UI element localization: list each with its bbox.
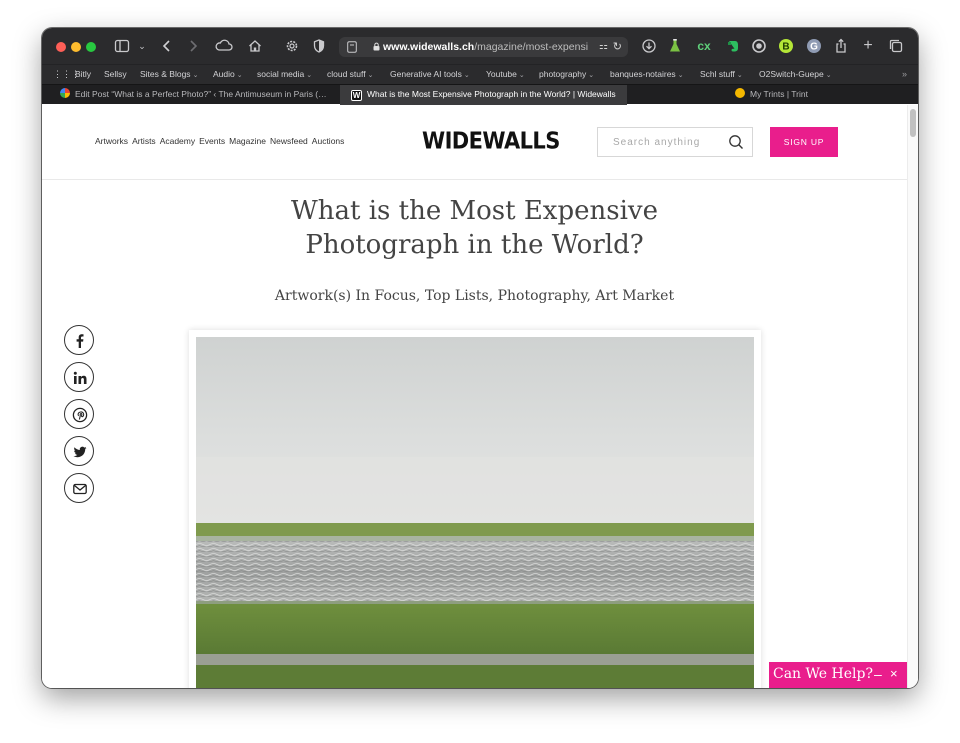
back-icon[interactable] <box>160 38 174 54</box>
zoom-window-button[interactable] <box>86 42 96 52</box>
sidebar-toggle-icon[interactable] <box>114 38 130 54</box>
browser-toolbar: ⌄ www.widewalls.ch/magazine/most-expensi… <box>42 28 918 64</box>
tab-bar: Edit Post “What is a Perfect Photo?” ‹ T… <box>42 84 918 105</box>
bookmark-bitly[interactable]: Bitly <box>75 65 91 84</box>
bookmark-sites-blogs[interactable]: Sites & Blogs ⌄ <box>140 65 198 85</box>
url-path: /magazine/most-expensi <box>474 41 589 53</box>
bookmark-cloud-stuff[interactable]: cloud stuff ⌄ <box>327 65 373 85</box>
close-window-button[interactable] <box>56 42 66 52</box>
b-extension-icon[interactable]: B <box>778 38 794 54</box>
cloud-icon[interactable] <box>214 38 234 54</box>
shield-icon[interactable] <box>312 38 326 54</box>
linkedin-icon <box>73 371 87 384</box>
chevron-down-icon[interactable]: ⌄ <box>137 38 147 54</box>
chevron-down-icon: ⌄ <box>588 72 595 79</box>
email-icon <box>73 483 87 495</box>
forward-icon[interactable] <box>186 38 200 54</box>
sign-up-button[interactable]: SIGN UP <box>770 127 838 157</box>
share-facebook-button[interactable] <box>64 325 94 355</box>
bookmark-social-media[interactable]: social media ⌄ <box>257 65 312 85</box>
widewalls-favicon-icon: W <box>351 90 362 101</box>
grammarly-icon[interactable]: G <box>806 38 822 54</box>
chevron-down-icon: ⌄ <box>192 72 199 79</box>
bookmark-schl-stuff[interactable]: Schl stuff ⌄ <box>700 65 743 85</box>
chevron-down-icon: ⌄ <box>736 72 743 79</box>
share-email-button[interactable] <box>64 473 94 503</box>
site-header: Artworks Artists Academy Events Magazine News… <box>42 105 907 180</box>
page-viewport: Artworks Artists Academy Events Magazine News… <box>42 105 918 688</box>
site-logo[interactable]: WIDEWALLS <box>422 128 560 154</box>
download-icon[interactable] <box>641 38 657 54</box>
new-tab-icon[interactable]: + <box>861 38 875 54</box>
more-bookmarks-icon[interactable]: » <box>902 65 907 84</box>
help-chat-widget[interactable]: Can We Help? – × <box>769 662 907 688</box>
pinterest-icon <box>72 407 88 423</box>
nav-auctions[interactable]: Auctions <box>312 136 345 146</box>
bookmark-photography[interactable]: photography ⌄ <box>539 65 594 85</box>
share-icon[interactable] <box>834 38 848 54</box>
search-icon[interactable] <box>728 134 744 150</box>
record-extension-icon[interactable] <box>751 38 767 54</box>
cx-extension-icon[interactable]: cx <box>694 38 714 54</box>
nav-artworks[interactable]: Artworks <box>95 136 128 146</box>
site-nav: Artworks Artists Academy Events Magazine News… <box>95 136 348 146</box>
featured-image-frame <box>189 330 761 688</box>
page-icon <box>347 41 357 53</box>
bookmarks-bar: ⋮⋮⋮ Bitly Sellsy Sites & Blogs ⌄ Audio ⌄ s… <box>42 64 918 84</box>
tab-widewalls[interactable]: W What is the Most Expensive Photograph i… <box>340 85 627 105</box>
bookmark-o2switch-guepe[interactable]: O2Switch-Guepe ⌄ <box>759 65 832 85</box>
chevron-down-icon: ⌄ <box>677 72 684 79</box>
browser-window: ⌄ www.widewalls.ch/magazine/most-expensi… <box>42 28 918 688</box>
bookmark-banques-notaires[interactable]: banques-notaires ⌄ <box>610 65 684 85</box>
tab-trint[interactable]: My Trints | Trint <box>627 85 907 105</box>
evernote-icon[interactable] <box>725 38 741 54</box>
svg-text:B: B <box>782 42 789 53</box>
twitter-icon <box>73 446 87 458</box>
article-categories[interactable]: Artwork(s) In Focus, Top Lists, Photogra… <box>42 288 907 304</box>
chevron-down-icon: ⌄ <box>463 72 470 79</box>
chevron-down-icon: ⌄ <box>306 72 313 79</box>
address-bar[interactable]: www.widewalls.ch/magazine/most-expensi ⚏… <box>339 37 628 57</box>
nav-events[interactable]: Events <box>199 136 225 146</box>
trint-favicon-icon <box>735 88 745 98</box>
chevron-down-icon: ⌄ <box>518 72 525 79</box>
url-domain: www.widewalls.ch <box>383 41 475 53</box>
nav-artists[interactable]: Artists <box>132 136 156 146</box>
translate-icon[interactable]: ⚏ <box>599 37 608 57</box>
gear-icon[interactable] <box>284 38 300 54</box>
share-pinterest-button[interactable] <box>64 399 94 429</box>
bookmark-youtube[interactable]: Youtube ⌄ <box>486 65 525 85</box>
home-icon[interactable] <box>247 38 263 54</box>
reload-icon[interactable]: ↻ <box>613 37 622 57</box>
scrollbar-thumb[interactable] <box>910 109 916 137</box>
article-title: What is the Most Expensive Photograph in… <box>291 196 658 260</box>
search-box <box>597 127 753 157</box>
minimize-icon[interactable]: – <box>874 665 882 683</box>
facebook-icon <box>76 334 84 348</box>
chevron-down-icon: ⌄ <box>367 72 374 79</box>
nav-newsfeed[interactable]: Newsfeed <box>270 136 308 146</box>
minimize-window-button[interactable] <box>71 42 81 52</box>
share-twitter-button[interactable] <box>64 436 94 466</box>
svg-text:G: G <box>810 42 818 53</box>
lock-icon <box>373 42 380 51</box>
search-input[interactable] <box>598 128 718 156</box>
chevron-down-icon: ⌄ <box>236 72 243 79</box>
chevron-down-icon: ⌄ <box>825 72 832 79</box>
tab-overview-icon[interactable] <box>888 38 904 54</box>
close-icon[interactable]: × <box>890 665 898 683</box>
bookmark-generative-ai-tools[interactable]: Generative AI tools ⌄ <box>390 65 470 85</box>
share-linkedin-button[interactable] <box>64 362 94 392</box>
featured-photograph[interactable] <box>196 337 754 688</box>
nav-academy[interactable]: Academy <box>160 136 195 146</box>
nav-magazine[interactable]: Magazine <box>229 136 266 146</box>
chrome-favicon-icon <box>60 88 70 98</box>
bookmark-sellsy[interactable]: Sellsy <box>104 65 127 84</box>
bookmark-audio[interactable]: Audio ⌄ <box>213 65 243 85</box>
tab-edit-post[interactable]: Edit Post “What is a Perfect Photo?” ‹ T… <box>42 85 340 105</box>
page-scrollbar[interactable] <box>907 105 918 688</box>
flask-extension-icon[interactable] <box>668 38 682 54</box>
help-widget-label[interactable]: Can We Help? <box>773 666 873 682</box>
